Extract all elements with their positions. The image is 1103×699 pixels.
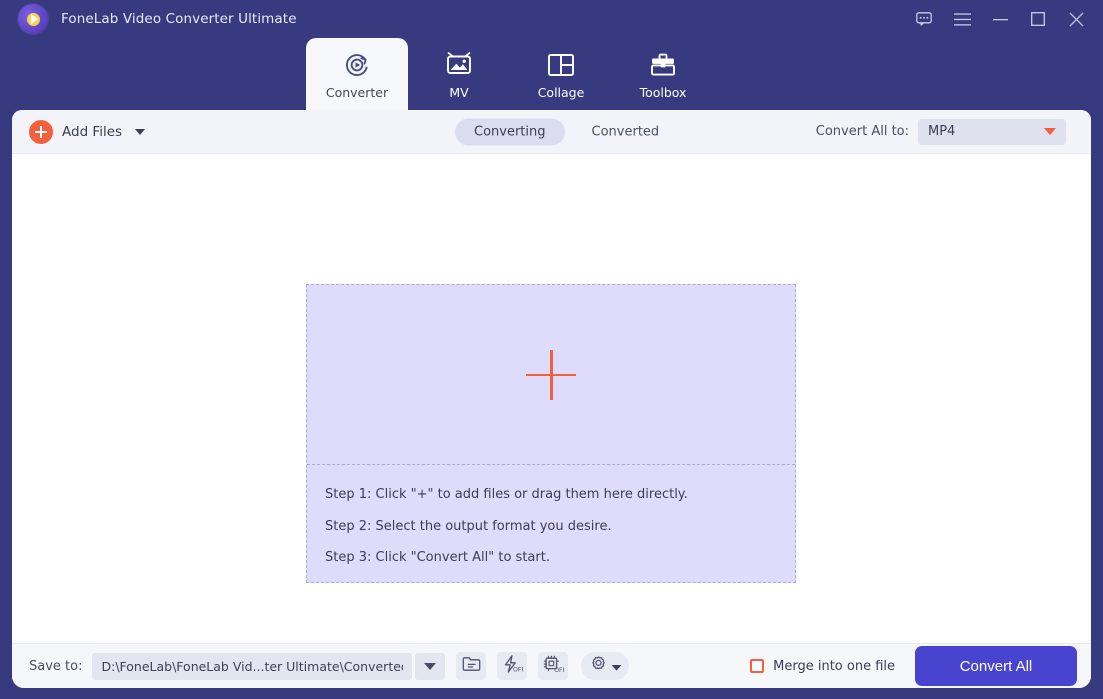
fonelab-play-logo-icon bbox=[18, 4, 48, 34]
save-path-value: D:\FoneLab\FoneLab Vid...ter Ultimate\Co… bbox=[101, 658, 404, 674]
app-window: FoneLab Video Converter Ultimate Convert… bbox=[0, 0, 1103, 699]
main-area: Step 1: Click "+" to add files or drag t… bbox=[12, 154, 1091, 643]
checkbox-unchecked-icon[interactable] bbox=[750, 659, 765, 673]
svg-text:OFF: OFF bbox=[513, 667, 523, 673]
status-tabs: Converting Converted bbox=[455, 118, 678, 145]
gpu-acceleration-button[interactable]: OFF bbox=[538, 652, 569, 680]
convert-all-to-group: Convert All to: MP4 bbox=[815, 118, 1066, 145]
converter-refresh-play-icon bbox=[342, 46, 372, 84]
add-files-label: Add Files bbox=[62, 123, 123, 140]
maximize-icon[interactable] bbox=[1021, 2, 1055, 36]
tab-label: Converter bbox=[325, 85, 389, 100]
big-plus-icon bbox=[526, 349, 576, 400]
convert-all-button[interactable]: Convert All bbox=[915, 646, 1077, 686]
tab-toolbox[interactable]: Toolbox bbox=[612, 38, 714, 110]
gpu-chip-icon: OFF bbox=[542, 655, 567, 677]
content-toolbar: Add Files Converting Converted Convert A… bbox=[12, 110, 1091, 154]
caret-down-icon bbox=[1044, 128, 1056, 135]
caret-down-icon bbox=[424, 662, 437, 670]
title-bar: FoneLab Video Converter Ultimate bbox=[0, 0, 1103, 38]
save-path-dropdown-button[interactable] bbox=[415, 652, 446, 680]
svg-text:OFF: OFF bbox=[555, 667, 565, 673]
file-dropzone[interactable]: Step 1: Click "+" to add files or drag t… bbox=[306, 284, 796, 583]
dropzone-instructions: Step 1: Click "+" to add files or drag t… bbox=[307, 465, 795, 582]
chevron-down-icon bbox=[611, 657, 622, 676]
step-2-text: Step 2: Select the output format you des… bbox=[325, 518, 612, 534]
tab-collage[interactable]: Collage bbox=[510, 38, 612, 110]
main-navigation: Converter MV Collage Toolbox bbox=[0, 38, 1103, 110]
feedback-icon[interactable] bbox=[907, 2, 941, 36]
add-files-button[interactable]: Add Files bbox=[29, 119, 146, 144]
minimize-icon[interactable] bbox=[983, 2, 1017, 36]
step-3-text: Step 3: Click "Convert All" to start. bbox=[325, 550, 550, 566]
dropzone-add-area[interactable] bbox=[307, 285, 795, 466]
content-card: Add Files Converting Converted Convert A… bbox=[12, 110, 1091, 688]
close-icon[interactable] bbox=[1059, 2, 1093, 36]
settings-gear-icon bbox=[589, 655, 608, 678]
merge-into-one-file-checkbox[interactable]: Merge into one file bbox=[750, 659, 895, 674]
settings-button[interactable] bbox=[581, 652, 630, 680]
app-title: FoneLab Video Converter Ultimate bbox=[61, 11, 297, 27]
bottom-bar: Save to: D:\FoneLab\FoneLab Vid...ter Ul… bbox=[12, 643, 1091, 688]
output-format-select[interactable]: MP4 bbox=[918, 118, 1066, 145]
menu-icon[interactable] bbox=[945, 2, 979, 36]
tab-label: Toolbox bbox=[639, 85, 687, 100]
mv-picture-tv-icon bbox=[444, 46, 474, 84]
merge-into-one-file-label: Merge into one file bbox=[773, 658, 895, 674]
convert-all-to-label: Convert All to: bbox=[815, 124, 909, 139]
tab-label: MV bbox=[449, 85, 469, 100]
tab-converted[interactable]: Converted bbox=[573, 118, 679, 145]
save-to-label: Save to: bbox=[29, 658, 83, 674]
hardware-acceleration-button[interactable]: OFF bbox=[497, 652, 528, 680]
chevron-down-icon[interactable] bbox=[135, 128, 146, 135]
window-controls bbox=[907, 0, 1093, 38]
collage-grid-icon bbox=[547, 46, 575, 84]
open-folder-button[interactable] bbox=[456, 652, 487, 680]
tab-mv[interactable]: MV bbox=[408, 38, 510, 110]
toolbox-briefcase-icon bbox=[649, 46, 677, 84]
output-format-value: MP4 bbox=[928, 124, 956, 139]
step-1-text: Step 1: Click "+" to add files or drag t… bbox=[325, 487, 688, 503]
tab-label: Collage bbox=[537, 85, 585, 100]
hardware-acceleration-icon: OFF bbox=[501, 655, 526, 677]
save-path-input[interactable]: D:\FoneLab\FoneLab Vid...ter Ultimate\Co… bbox=[92, 652, 413, 680]
open-folder-icon bbox=[462, 656, 481, 676]
tab-converter[interactable]: Converter bbox=[306, 38, 408, 110]
tab-converting[interactable]: Converting bbox=[455, 118, 565, 145]
plus-circle-icon bbox=[29, 119, 53, 144]
